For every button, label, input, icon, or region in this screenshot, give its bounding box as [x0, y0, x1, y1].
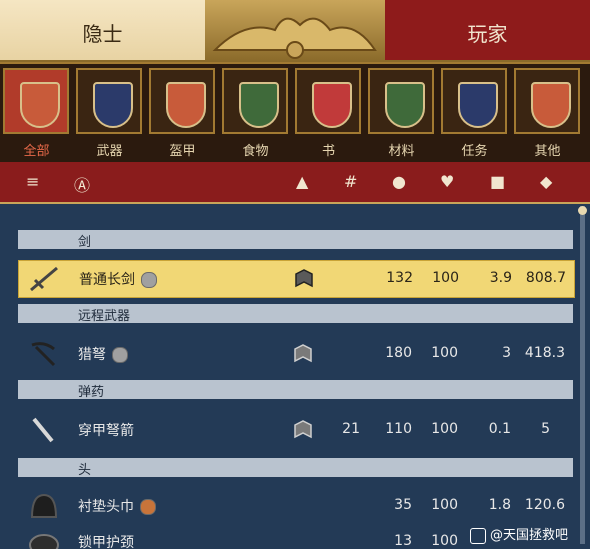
coif-icon: [30, 493, 58, 518]
item-name: 猎弩: [78, 347, 106, 363]
materials-icon: [385, 82, 425, 128]
watermark: @天国拯救吧: [470, 524, 568, 544]
stat-1: 35: [394, 497, 412, 513]
all-goods-icon: [20, 82, 60, 128]
stat-2: 100: [431, 533, 458, 549]
table-row[interactable]: 普通长剑 132 100 3.9 808.7: [18, 260, 575, 298]
player-name: 玩家: [467, 22, 508, 46]
section-title: 剑: [78, 235, 92, 250]
tab-frame: [514, 68, 580, 134]
section-header: 弹药: [18, 380, 573, 400]
tab-quests[interactable]: 任务: [438, 64, 511, 162]
tab-frame: [295, 68, 361, 134]
stat-1: 110: [385, 421, 412, 437]
alphabetical-sort-icon[interactable]: Ⓐ: [74, 172, 90, 196]
section-title: 弹药: [78, 385, 105, 400]
tab-all[interactable]: 全部: [0, 64, 73, 162]
tab-label: 食物: [242, 144, 269, 159]
section-header: 头: [18, 458, 573, 478]
shirt-icon[interactable]: ▲: [296, 172, 308, 191]
stat-2: 100: [431, 421, 458, 437]
book-icon: [312, 82, 352, 128]
hash-icon[interactable]: #: [344, 172, 357, 191]
equip-chevron-icon: [294, 344, 312, 363]
armor-icon: [166, 82, 206, 128]
tab-frame: [441, 68, 507, 134]
item-name: 锁甲护颈: [78, 535, 134, 549]
quantity: 21: [342, 421, 360, 437]
tab-label: 全部: [23, 144, 50, 159]
section-header: 远程武器: [18, 304, 573, 324]
weibo-logo-icon: [470, 527, 486, 544]
heart-icon[interactable]: ♥: [440, 172, 454, 191]
tab-food[interactable]: 食物: [219, 64, 292, 162]
item-list: 剑 普通长剑 132 100 3.9 808.7 远程武器 猎弩 180 100…: [0, 204, 590, 549]
price: 5: [541, 421, 550, 437]
sort-icon[interactable]: ≡: [26, 172, 39, 191]
item-name: 衬垫头巾: [78, 499, 134, 515]
table-row[interactable]: 穿甲弩箭 21 110 100 0.1 5: [18, 412, 573, 448]
table-row[interactable]: 猎弩 180 100 3 418.3: [18, 336, 573, 372]
sort-bar: ≡ Ⓐ ▲ # ● ♥ ■ ◆: [0, 162, 590, 204]
item-name: 普通长剑: [79, 272, 135, 288]
quest-icon: [458, 82, 498, 128]
weapons-icon: [93, 82, 133, 128]
stat-2: 100: [431, 345, 458, 361]
category-bar: 全部 武器 盔甲 食物 书 材料 任务 其他: [0, 62, 590, 164]
section-header: 剑: [18, 230, 573, 250]
durability-badge: [141, 272, 157, 288]
tab-label: 其他: [534, 144, 561, 159]
food-icon: [239, 82, 279, 128]
tab-frame: [3, 68, 69, 134]
header: 隐士 玩家: [0, 0, 590, 62]
tab-armor[interactable]: 盔甲: [146, 64, 219, 162]
stat-1: 13: [394, 533, 412, 549]
tab-label: 任务: [461, 144, 488, 159]
stat-3: 1.8: [488, 497, 511, 513]
stat-1: 180: [385, 345, 412, 361]
durability-badge: [140, 499, 156, 515]
misc-icon: [531, 82, 571, 128]
stat-3: 3: [502, 345, 511, 361]
tab-materials[interactable]: 材料: [365, 64, 438, 162]
price: 120.6: [524, 497, 565, 513]
stat-3: 3.9: [489, 270, 512, 286]
scrollbar-thumb[interactable]: [578, 206, 587, 215]
weight-icon[interactable]: ■: [490, 172, 505, 191]
sword-icon: [30, 266, 58, 292]
tab-frame: [76, 68, 142, 134]
coin-icon[interactable]: ◆: [540, 172, 552, 191]
tab-label: 书: [321, 144, 335, 159]
tab-frame: [149, 68, 215, 134]
stat-2: 100: [431, 497, 458, 513]
price: 808.7: [525, 270, 566, 286]
stat-1: 132: [386, 270, 413, 286]
table-row[interactable]: 衬垫头巾 35 100 1.8 120.6: [18, 488, 573, 524]
tab-label: 盔甲: [169, 144, 196, 159]
mail-collar-icon: [29, 534, 59, 549]
tab-books[interactable]: 书: [292, 64, 365, 162]
watermark-text: @天国拯救吧: [490, 528, 569, 543]
section-title: 头: [78, 463, 92, 478]
tab-weapons[interactable]: 武器: [73, 64, 146, 162]
section-title: 远程武器: [78, 309, 131, 324]
crest-ornament: [205, 0, 385, 62]
stat-2: 100: [432, 270, 459, 286]
strength-icon[interactable]: ●: [392, 172, 406, 191]
tab-frame: [222, 68, 288, 134]
tab-frame: [368, 68, 434, 134]
bolt-icon: [32, 417, 54, 443]
price: 418.3: [524, 345, 565, 361]
tab-misc[interactable]: 其他: [511, 64, 584, 162]
item-name: 穿甲弩箭: [78, 423, 134, 439]
equip-chevron-icon: [295, 269, 313, 288]
crossbow-icon: [31, 342, 56, 367]
tab-label: 材料: [388, 144, 415, 159]
trader-name: 隐士: [82, 22, 123, 46]
durability-badge: [112, 347, 128, 363]
scrollbar[interactable]: [578, 206, 587, 544]
tab-label: 武器: [96, 144, 123, 159]
